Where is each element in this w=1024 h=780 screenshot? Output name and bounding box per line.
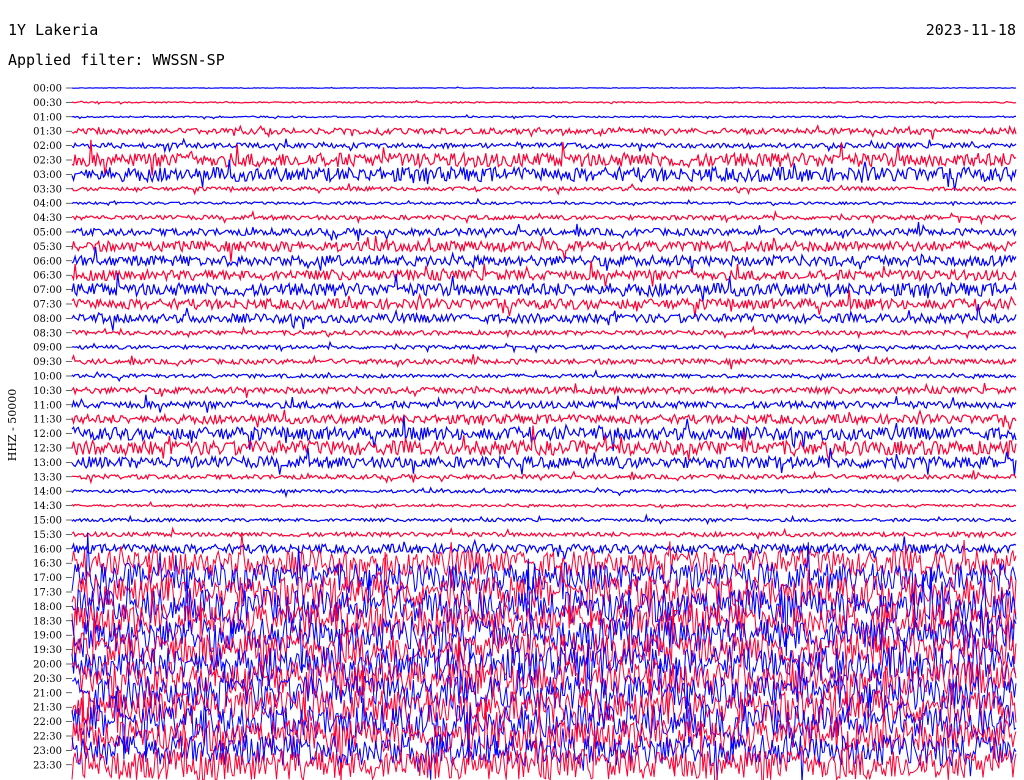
time-tick-label: 16:00 xyxy=(33,544,62,555)
time-tick-label: 09:00 xyxy=(33,343,62,354)
time-tick-label: 05:00 xyxy=(33,228,62,239)
trace-line xyxy=(71,197,1017,207)
trace-line xyxy=(71,289,1017,317)
trace-line xyxy=(71,247,1017,273)
time-tick-label: 14:00 xyxy=(33,487,62,498)
time-tick-label: 12:30 xyxy=(33,444,62,455)
time-tick-label: 06:30 xyxy=(33,271,62,282)
trace-line xyxy=(71,353,1017,370)
trace-line xyxy=(71,99,1017,105)
time-tick-label: 20:00 xyxy=(33,660,62,671)
time-tick-label: 23:30 xyxy=(33,760,62,771)
time-tick-label: 02:00 xyxy=(33,141,62,152)
time-tick-label: 10:00 xyxy=(33,372,62,383)
time-tick-label: 00:00 xyxy=(33,84,62,95)
time-tick-label: 11:30 xyxy=(33,415,62,426)
time-tick-label: 12:00 xyxy=(33,429,62,440)
time-tick-label: 07:00 xyxy=(33,285,62,296)
trace-line xyxy=(71,513,1017,526)
time-tick-label: 02:30 xyxy=(33,156,62,167)
time-tick-label: 18:30 xyxy=(33,616,62,627)
time-tick-label: 20:30 xyxy=(33,674,62,685)
trace-group xyxy=(71,86,1017,780)
time-tick-label: 15:30 xyxy=(33,530,62,541)
trace-line xyxy=(71,123,1017,140)
time-tick-label: 16:30 xyxy=(33,559,62,570)
trace-line xyxy=(71,369,1017,383)
trace-line xyxy=(71,470,1017,485)
trace-line xyxy=(71,394,1017,413)
trace-line xyxy=(71,137,1017,154)
helicorder-plot: 00:00 00:30 01:00 01:30 02:00 02:30 03:00 03:30… xyxy=(6,84,1017,780)
time-tick-label: 05:30 xyxy=(33,242,62,253)
trace-line xyxy=(71,382,1017,398)
time-tick-label: 22:00 xyxy=(33,717,62,728)
time-tick-label: 06:00 xyxy=(33,256,62,267)
time-tick-label: 11:00 xyxy=(33,400,62,411)
time-tick-label: 23:00 xyxy=(33,746,62,757)
time-tick-label: 01:00 xyxy=(33,112,62,123)
time-tick-label: 09:30 xyxy=(33,357,62,368)
time-tick-label: 15:00 xyxy=(33,516,62,527)
time-tick-label: 03:30 xyxy=(33,184,62,195)
time-tick-label: 00:30 xyxy=(33,98,62,109)
time-tick-label: 19:30 xyxy=(33,645,62,656)
time-tick-label: 13:00 xyxy=(33,458,62,469)
time-tick-label: 21:00 xyxy=(33,688,62,699)
time-tick-label: 08:00 xyxy=(33,314,62,325)
trace-line xyxy=(71,340,1017,354)
trace-line xyxy=(71,209,1017,226)
time-tick-label: 10:30 xyxy=(33,386,62,397)
time-axis: 00:00 00:30 01:00 01:30 02:00 02:30 03:00 03:30… xyxy=(33,84,72,771)
trace-line xyxy=(71,86,1017,90)
time-tick-label: 08:30 xyxy=(33,328,62,339)
trace-line xyxy=(71,114,1017,120)
time-tick-label: 21:30 xyxy=(33,703,62,714)
time-tick-label: 18:00 xyxy=(33,602,62,613)
trace-line xyxy=(71,325,1017,340)
trace-line xyxy=(71,221,1017,241)
trace-line xyxy=(71,486,1017,499)
time-tick-label: 17:00 xyxy=(33,573,62,584)
time-tick-label: 19:00 xyxy=(33,631,62,642)
time-tick-label: 14:30 xyxy=(33,501,62,512)
time-tick-label: 04:30 xyxy=(33,213,62,224)
trace-line xyxy=(71,260,1017,287)
trace-line xyxy=(71,183,1017,196)
time-tick-label: 07:30 xyxy=(33,300,62,311)
trace-line xyxy=(71,532,1017,608)
y-axis-label: HHZ - 50000 xyxy=(6,389,19,462)
time-tick-label: 01:30 xyxy=(33,127,62,138)
time-tick-label: 03:00 xyxy=(33,170,62,181)
trace-line xyxy=(71,526,1017,541)
trace-line xyxy=(71,500,1017,510)
time-tick-label: 13:30 xyxy=(33,472,62,483)
trace-line xyxy=(71,409,1017,430)
time-tick-label: 22:30 xyxy=(33,732,62,743)
time-tick-label: 17:30 xyxy=(33,588,62,599)
time-tick-label: 04:00 xyxy=(33,199,62,210)
